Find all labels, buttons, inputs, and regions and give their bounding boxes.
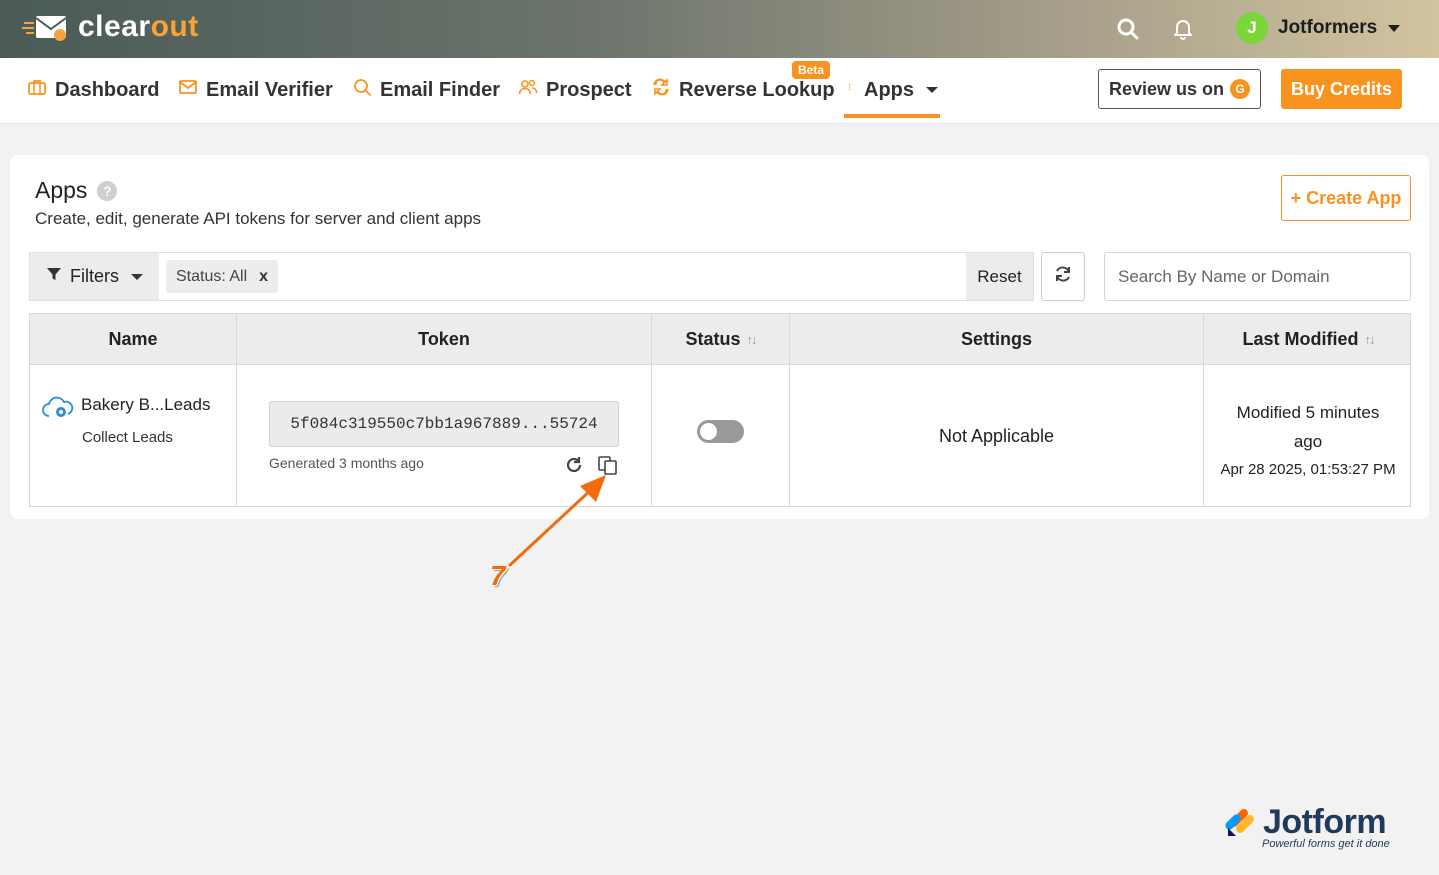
logo-prefix: clear xyxy=(78,10,151,43)
settings-cell: Not Applicable xyxy=(790,365,1204,507)
status-filter-chip: Status: All x xyxy=(166,260,279,293)
column-header-token: Token xyxy=(237,314,652,365)
nav-item-label: Email Verifier xyxy=(206,78,333,101)
filters-label: Filters xyxy=(70,266,119,286)
settings-value: Not Applicable xyxy=(938,425,1055,446)
sort-icon[interactable]: ↑↓ xyxy=(747,332,758,347)
logo-envelope-icon xyxy=(22,10,70,44)
review-label: Review us on xyxy=(1108,78,1225,99)
review-us-button[interactable]: Review us on G xyxy=(1098,69,1261,109)
apps-table: Name Token Status ↑↓ Settings Last Modif… xyxy=(29,313,1411,507)
page-subtitle: Create, edit, generate API tokens for se… xyxy=(35,209,482,228)
nav-item-dashboard[interactable]: Dashboard xyxy=(27,77,159,103)
chevron-down-icon[interactable] xyxy=(1388,25,1400,32)
chevron-down-icon xyxy=(926,87,938,93)
reset-button[interactable]: Reset xyxy=(966,253,1033,300)
help-icon[interactable]: ? xyxy=(97,180,118,201)
refresh-button[interactable] xyxy=(1041,252,1085,301)
close-icon[interactable]: x xyxy=(259,268,268,286)
top-bar: clearout J Jotformers xyxy=(0,0,1439,58)
column-header-name: Name xyxy=(30,314,237,365)
active-tab-indicator xyxy=(844,114,940,118)
column-header-status[interactable]: Status ↑↓ xyxy=(652,314,790,365)
jotform-watermark: Jotform Powerful forms get it done xyxy=(1225,803,1390,850)
nav-item-email-verifier[interactable]: Email Verifier xyxy=(178,77,333,103)
buy-credits-button[interactable]: Buy Credits xyxy=(1281,69,1402,109)
search-input[interactable] xyxy=(1104,252,1411,301)
page-title: Apps ? xyxy=(35,177,118,204)
token-generated-time: Generated 3 months ago xyxy=(269,455,424,471)
logo-suffix: out xyxy=(150,10,199,43)
modified-relative: Modified 5 minutes xyxy=(1236,403,1380,422)
app-name[interactable]: Bakery B...Leads xyxy=(81,395,210,415)
avatar[interactable]: J xyxy=(1236,12,1268,44)
briefcase-icon xyxy=(27,77,47,103)
beta-badge: Beta xyxy=(792,61,831,79)
column-header-settings: Settings xyxy=(790,314,1204,365)
search-icon[interactable] xyxy=(1116,17,1140,41)
kebab-icon xyxy=(848,77,856,103)
refresh-icon xyxy=(1053,264,1073,289)
status-cell xyxy=(652,365,790,507)
jotform-tagline: Powerful forms get it done xyxy=(1262,838,1390,850)
bell-icon[interactable] xyxy=(1171,16,1195,40)
nav-item-prospect[interactable]: Prospect xyxy=(518,77,632,103)
column-header-label: Last Modified xyxy=(1242,329,1359,349)
filters-button[interactable]: Filters xyxy=(30,253,159,300)
logo-text: clearout xyxy=(78,10,199,44)
table-row: Bakery B...Leads Collect Leads xyxy=(30,365,237,507)
chevron-down-icon xyxy=(131,273,143,280)
funnel-icon xyxy=(46,266,62,287)
status-toggle[interactable] xyxy=(697,420,744,443)
annotation-step-number: 7 xyxy=(490,560,506,591)
nav-item-label: Dashboard xyxy=(55,78,160,101)
search-icon xyxy=(352,77,372,103)
modified-relative-cont: ago xyxy=(1293,432,1323,451)
g2-icon: G xyxy=(1230,79,1251,99)
sort-icon[interactable]: ↑↓ xyxy=(1365,332,1376,347)
jotform-logo-icon xyxy=(1225,805,1259,839)
cloud-gear-icon xyxy=(41,394,75,420)
nav-item-reverse-lookup[interactable]: Reverse Lookup xyxy=(651,77,835,103)
table-header: Name Token Status ↑↓ Settings Last Modif… xyxy=(30,314,1410,365)
apps-card: Apps ? Create, edit, generate API tokens… xyxy=(10,155,1429,519)
jotform-brand: Jotform xyxy=(1263,803,1387,841)
user-name[interactable]: Jotformers xyxy=(1278,17,1377,39)
filter-bar: Filters Status: All x Reset xyxy=(29,252,1034,301)
users-icon xyxy=(518,77,538,103)
create-app-button[interactable]: + Create App xyxy=(1281,175,1411,221)
nav-item-email-finder[interactable]: Email Finder xyxy=(352,77,500,103)
nav-item-label: Reverse Lookup xyxy=(679,78,835,101)
chip-label: Status: All xyxy=(176,267,248,285)
clearout-logo[interactable]: clearout xyxy=(22,10,199,44)
swap-icon xyxy=(651,77,671,103)
column-header-last-modified[interactable]: Last Modified ↑↓ xyxy=(1204,314,1412,365)
annotation-arrow xyxy=(508,475,606,567)
nav-item-label: Prospect xyxy=(546,78,632,101)
modified-date: Apr 28 2025, 01:53:27 PM xyxy=(1220,461,1396,478)
column-header-label: Status xyxy=(685,329,741,349)
nav-item-label: Email Finder xyxy=(380,78,501,101)
app-type: Collect Leads xyxy=(82,429,173,446)
last-modified-cell: Modified 5 minutes ago Apr 28 2025, 01:5… xyxy=(1204,365,1412,507)
nav-item-label: Apps xyxy=(864,78,914,101)
token-value[interactable]: 5f084c319550c7bb1a967889...55724 xyxy=(269,401,619,447)
envelope-icon xyxy=(178,77,198,103)
page-title-text: Apps xyxy=(35,177,88,203)
main-nav: Dashboard Email Verifier Email Finder Pr… xyxy=(0,58,1439,124)
nav-item-apps[interactable]: Apps xyxy=(848,77,938,103)
